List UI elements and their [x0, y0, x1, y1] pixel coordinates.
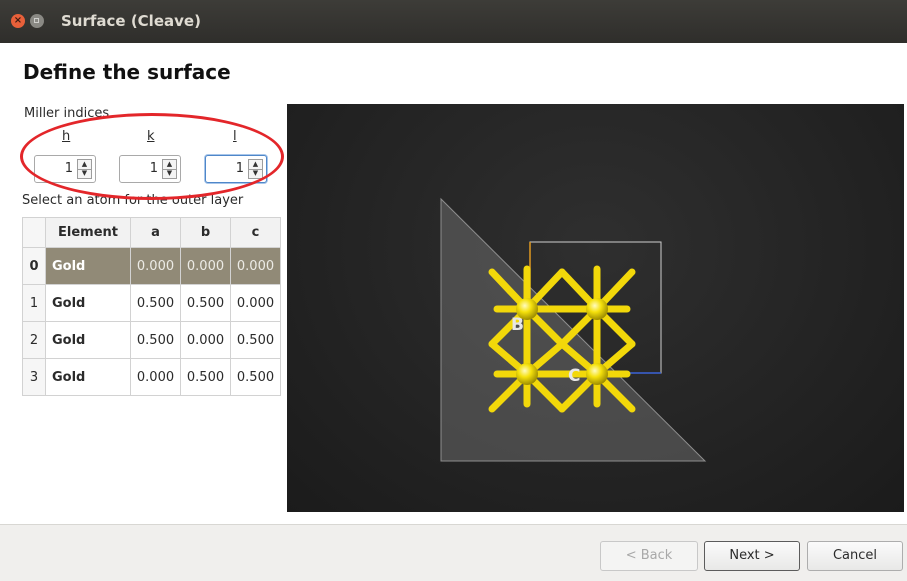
window-close-button[interactable]: × [11, 14, 25, 28]
crystal-render: B C [440, 197, 707, 462]
gold-atom [586, 363, 608, 385]
row-index[interactable]: 1 [22, 284, 46, 322]
coord-a-cell[interactable]: 0.000 [130, 358, 181, 396]
element-cell[interactable]: Gold [45, 284, 131, 322]
table-row[interactable]: 3 Gold 0.000 0.500 0.500 [22, 358, 281, 396]
coord-a-cell[interactable]: 0.000 [130, 247, 181, 285]
corner-header [22, 217, 46, 248]
element-cell[interactable]: Gold [45, 358, 131, 396]
coord-a-cell[interactable]: 0.500 [130, 284, 181, 322]
table-row[interactable]: 1 Gold 0.500 0.500 0.000 [22, 284, 281, 322]
back-button[interactable]: < Back [600, 541, 698, 571]
page-title: Define the surface [23, 60, 231, 84]
window-title: Surface (Cleave) [61, 12, 201, 30]
column-header-c[interactable]: c [230, 217, 281, 248]
table-row[interactable]: 0 Gold 0.000 0.000 0.000 [22, 247, 281, 285]
highlight-ellipse [20, 113, 284, 200]
element-cell[interactable]: Gold [45, 247, 131, 285]
column-header-b[interactable]: b [180, 217, 231, 248]
coord-b-cell[interactable]: 0.500 [180, 284, 231, 322]
cancel-button[interactable]: Cancel [807, 541, 903, 571]
coord-c-cell[interactable]: 0.000 [230, 247, 281, 285]
coord-b-cell[interactable]: 0.000 [180, 247, 231, 285]
coord-b-cell[interactable]: 0.500 [180, 358, 231, 396]
row-index[interactable]: 0 [22, 247, 46, 285]
table-row[interactable]: 2 Gold 0.500 0.000 0.500 [22, 321, 281, 359]
axis-label-b: B [511, 315, 524, 335]
coord-c-cell[interactable]: 0.500 [230, 321, 281, 359]
coord-b-cell[interactable]: 0.000 [180, 321, 231, 359]
axis-label-c: C [568, 366, 580, 386]
column-header-a[interactable]: a [130, 217, 181, 248]
gold-atom [586, 298, 608, 320]
gold-atom [516, 363, 538, 385]
element-cell[interactable]: Gold [45, 321, 131, 359]
table-header-row: Element a b c [22, 217, 281, 248]
row-index[interactable]: 2 [22, 321, 46, 359]
column-header-element[interactable]: Element [45, 217, 131, 248]
row-index[interactable]: 3 [22, 358, 46, 396]
window-minimize-button[interactable] [30, 14, 44, 28]
atom-table: Element a b c 0 Gold 0.000 0.000 0.000 1… [22, 217, 281, 396]
coord-c-cell[interactable]: 0.500 [230, 358, 281, 396]
next-button[interactable]: Next > [704, 541, 800, 571]
structure-3d-viewer[interactable]: B C [287, 104, 904, 512]
coord-c-cell[interactable]: 0.000 [230, 284, 281, 322]
coord-a-cell[interactable]: 0.500 [130, 321, 181, 359]
title-bar: × Surface (Cleave) [0, 0, 907, 43]
